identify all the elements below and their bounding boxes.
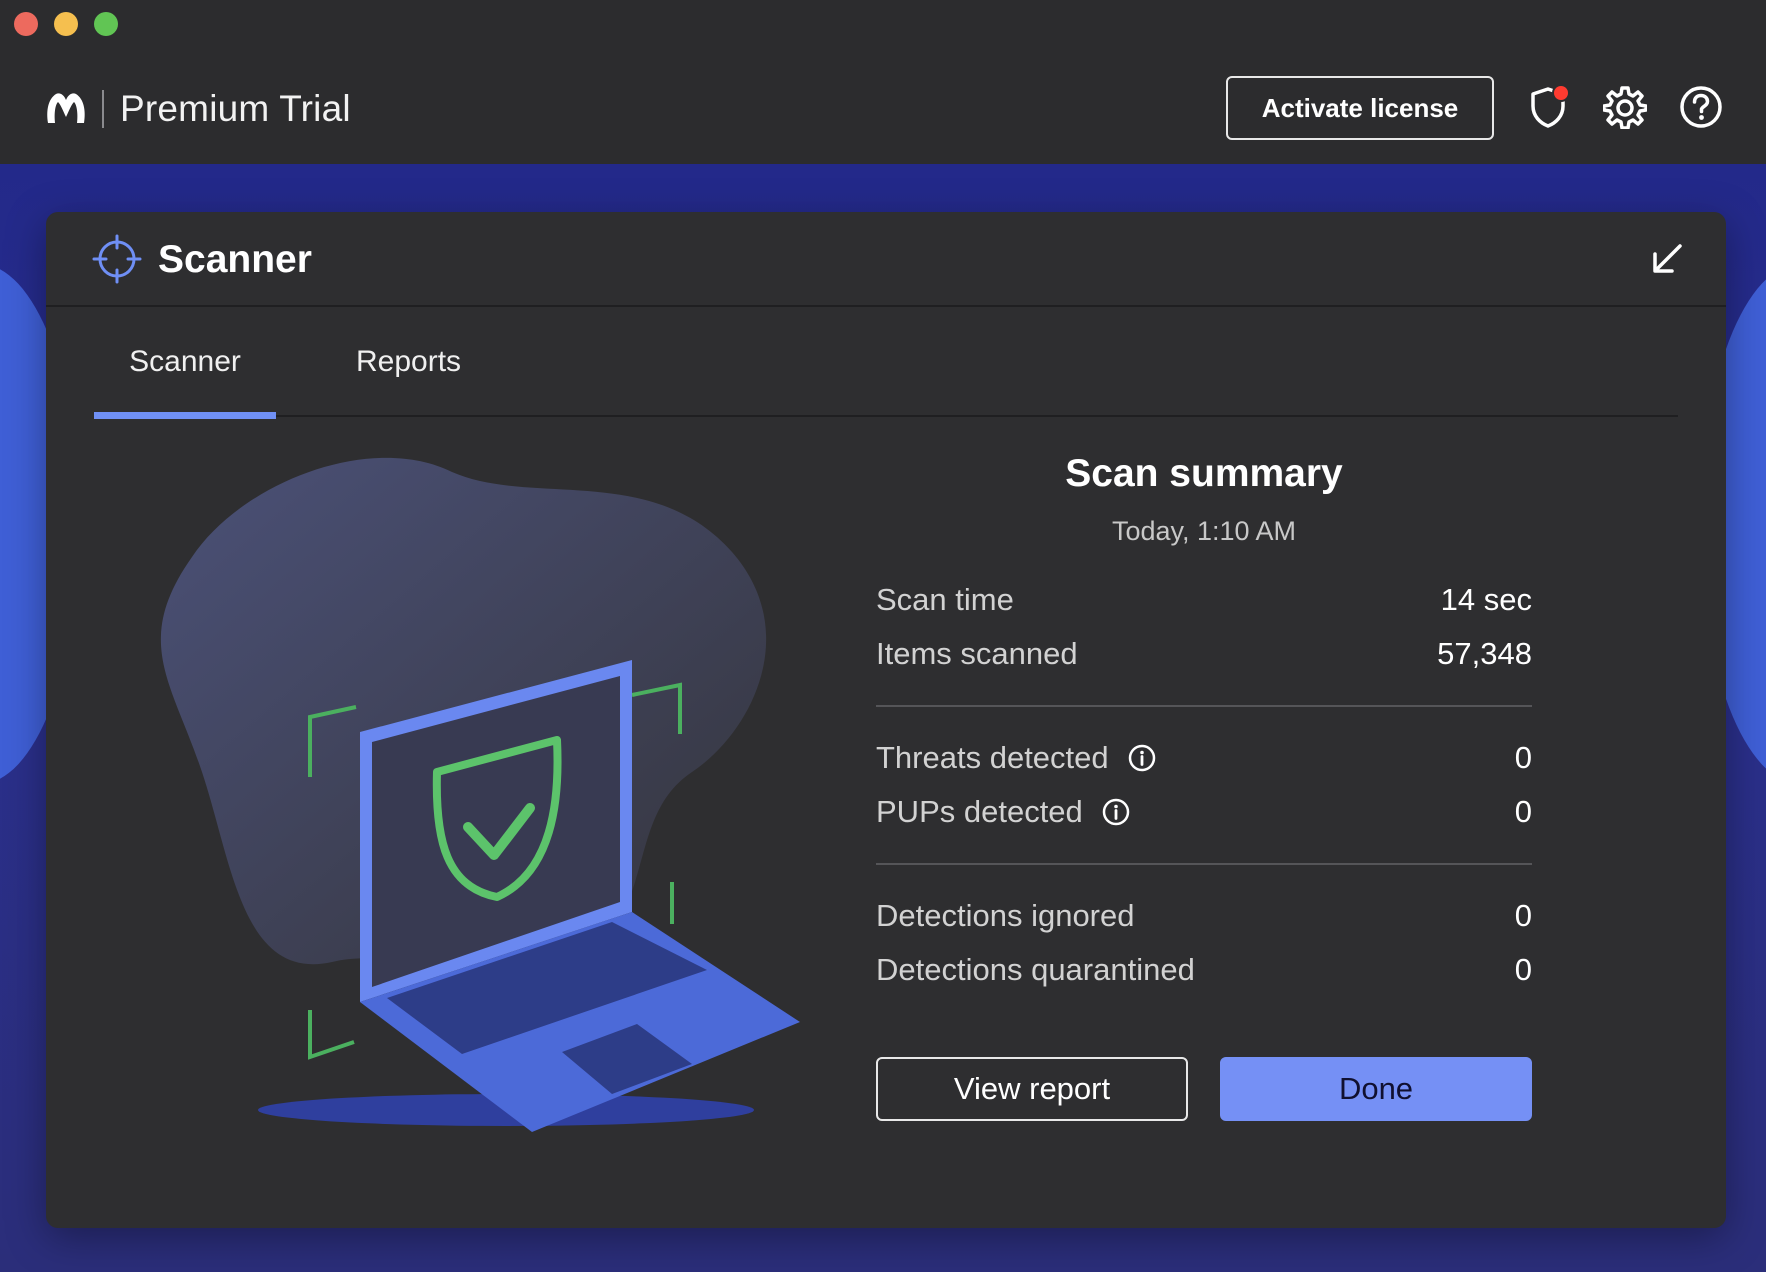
scanner-card: Scanner Scanner Reports Scan summary Tod… — [46, 212, 1726, 1228]
row-label: Detections quarantined — [876, 952, 1195, 987]
scan-complete-illustration — [132, 442, 812, 1162]
tab-scanner[interactable]: Scanner — [94, 307, 276, 419]
summary-row-scan-time: Scan time 14 sec — [876, 573, 1532, 627]
view-report-button[interactable]: View report — [876, 1057, 1188, 1121]
info-icon[interactable] — [1127, 743, 1157, 773]
scan-summary-panel: Scan summary Today, 1:10 AM Scan time 14… — [876, 452, 1532, 1121]
card-header: Scanner — [46, 212, 1726, 307]
app-window: Premium Trial Activate license Scanner S… — [0, 0, 1766, 1272]
divider — [876, 863, 1532, 865]
close-window-button[interactable] — [14, 12, 38, 36]
title-bar: Premium Trial Activate license — [0, 0, 1766, 164]
app-title: Premium Trial — [120, 88, 351, 129]
activate-license-button[interactable]: Activate license — [1226, 76, 1494, 140]
shield-alert-icon[interactable] — [1527, 84, 1573, 130]
row-label: PUPs detected — [876, 794, 1083, 829]
done-button[interactable]: Done — [1220, 1057, 1532, 1121]
summary-actions: View report Done — [876, 1057, 1532, 1121]
malwarebytes-logo-icon — [44, 87, 88, 131]
row-label: Items scanned — [876, 636, 1078, 671]
summary-row-items-scanned: Items scanned 57,348 — [876, 627, 1532, 681]
row-value: 0 — [1514, 898, 1532, 933]
row-label: Scan time — [876, 582, 1014, 617]
summary-row-detections-quarantined: Detections quarantined 0 — [876, 943, 1532, 997]
crosshair-icon — [92, 234, 142, 284]
tab-reports[interactable]: Reports — [356, 307, 461, 417]
row-value: 57,348 — [1437, 636, 1532, 671]
zoom-window-button[interactable] — [94, 12, 118, 36]
gear-icon[interactable] — [1602, 84, 1648, 130]
help-icon[interactable] — [1678, 84, 1724, 130]
tab-bar: Scanner Reports — [94, 307, 1678, 419]
summary-heading: Scan summary — [1065, 452, 1343, 495]
info-icon[interactable] — [1101, 797, 1131, 827]
row-label: Threats detected — [876, 740, 1109, 775]
summary-date: Today, 1:10 AM — [1111, 516, 1297, 546]
row-value: 0 — [1514, 740, 1532, 775]
card-title: Scanner — [158, 238, 312, 281]
row-value: 14 sec — [1440, 582, 1532, 617]
divider — [876, 705, 1532, 707]
brand: Premium Trial — [44, 84, 351, 134]
row-value: 0 — [1514, 794, 1532, 829]
arrow-down-left-icon[interactable] — [1648, 240, 1688, 280]
summary-row-threats-detected: Threats detected 0 — [876, 731, 1532, 785]
brand-separator — [102, 90, 104, 128]
summary-row-pups-detected: PUPs detected 0 — [876, 785, 1532, 839]
row-label: Detections ignored — [876, 898, 1135, 933]
row-value: 0 — [1514, 952, 1532, 987]
summary-rows: Scan time 14 sec Items scanned 57,348 Th… — [876, 573, 1532, 997]
summary-row-detections-ignored: Detections ignored 0 — [876, 889, 1532, 943]
minimize-window-button[interactable] — [54, 12, 78, 36]
